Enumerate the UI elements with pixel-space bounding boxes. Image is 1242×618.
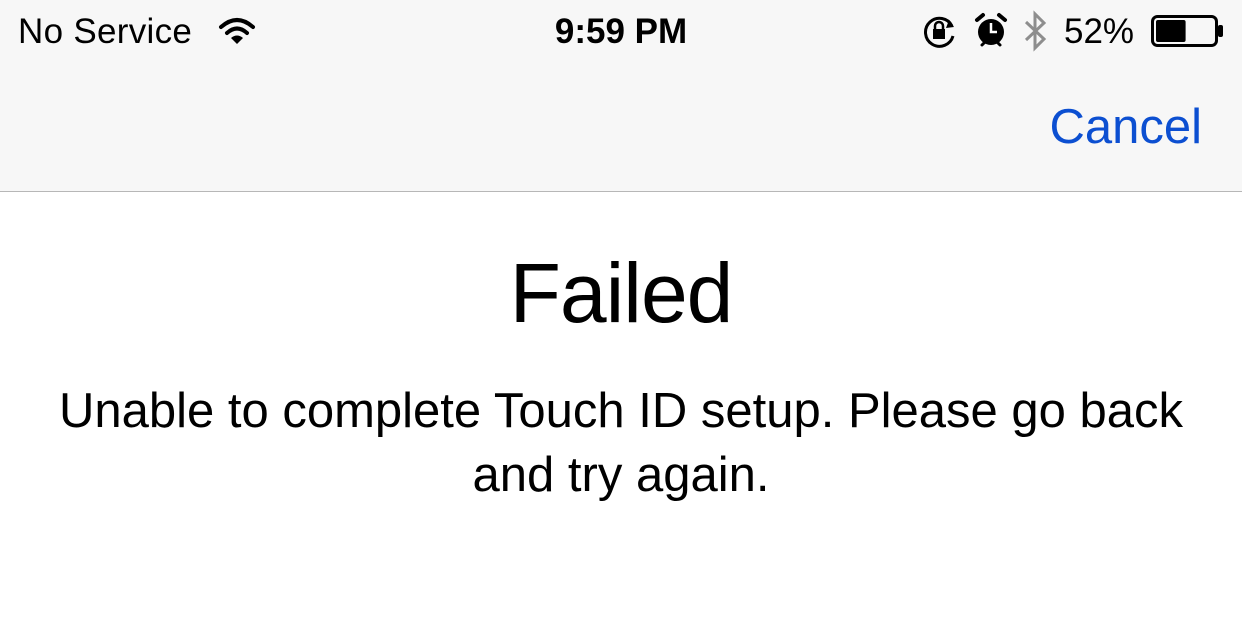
battery-icon (1151, 15, 1223, 47)
navigation-header: No Service 9:59 PM 52% Cancel (0, 0, 1242, 192)
alarm-icon (975, 13, 1007, 47)
battery-percentage: 52% (1064, 12, 1135, 51)
rotation-lock-icon (924, 16, 955, 48)
wifi-icon (219, 18, 255, 44)
bluetooth-icon (1024, 10, 1047, 52)
cancel-button[interactable]: Cancel (1049, 98, 1202, 156)
page-title: Failed (509, 246, 734, 340)
carrier-label: No Service (18, 12, 193, 51)
error-message: Unable to complete Touch ID setup. Pleas… (58, 384, 1184, 502)
status-bar: No Service 9:59 PM 52% (0, 0, 1242, 64)
main-content: Failed Unable to complete Touch ID setup… (0, 193, 1242, 618)
